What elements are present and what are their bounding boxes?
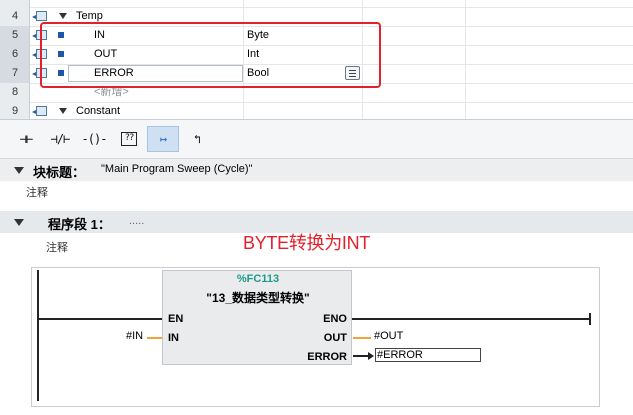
collapse-triangle-icon[interactable] (59, 108, 67, 114)
wire-end (589, 313, 591, 325)
pin-error: ERROR (307, 351, 347, 363)
row-number: 9 (0, 102, 30, 119)
nc-contact-button[interactable]: ⊣/⊢ (46, 126, 74, 152)
eno-wire (352, 318, 590, 320)
empty-box-button[interactable]: ?? (115, 126, 143, 152)
out-wire (353, 337, 371, 339)
close-branch-button[interactable]: ↰ (183, 126, 211, 152)
no-contact-button[interactable]: ⊣⊢ (12, 126, 40, 152)
annotation-text: BYTE转换为INT (243, 233, 371, 253)
section-name: Constant (76, 105, 121, 117)
error-wire (353, 355, 369, 357)
row-number: 6 (0, 45, 30, 64)
instance-label[interactable]: %FC113 (163, 273, 353, 285)
in-wire (147, 337, 162, 339)
assign-arrow-icon (368, 352, 374, 360)
table-row[interactable]: 9 Constant (0, 102, 633, 119)
en-wire (38, 318, 163, 320)
open-branch-button[interactable]: ↦ (147, 126, 179, 152)
row-number: 8 (0, 83, 30, 102)
block-name[interactable]: "13_数据类型转换" (163, 289, 353, 306)
empty-box-icon: ?? (121, 132, 137, 146)
block-title-bar[interactable]: 块标题： "Main Program Sweep (Cycle)" (0, 159, 633, 181)
variable-icon (32, 106, 47, 116)
row-number: 7 (0, 64, 30, 83)
power-rail (37, 270, 39, 401)
collapse-arrow-icon[interactable] (14, 219, 24, 226)
coil-button[interactable]: -()- (80, 126, 108, 152)
operand-out[interactable]: #OUT (374, 330, 403, 342)
interface-table: 4 Temp 5 IN Byte 6 OUT Int 7 ERROR Bool … (0, 0, 633, 120)
highlight-box (40, 22, 381, 88)
pin-in: IN (168, 332, 179, 344)
lad-toolbar: ⊣⊢ ⊣/⊢ -()- ?? ↦ ↰ (0, 120, 633, 159)
row-number: 5 (0, 26, 30, 45)
network-title-placeholder[interactable]: ..... (129, 215, 144, 227)
block-comment[interactable]: 注释 (26, 184, 48, 200)
block-title-value[interactable]: "Main Program Sweep (Cycle)" (101, 163, 252, 175)
pin-eno: ENO (323, 313, 347, 325)
block-title-label: 块标题： (33, 165, 86, 180)
network-title: 程序段 1： (48, 217, 111, 232)
variable-icon (32, 11, 47, 21)
pin-out: OUT (323, 332, 347, 344)
collapse-arrow-icon[interactable] (14, 167, 24, 174)
operand-in[interactable]: #IN (126, 330, 143, 342)
network-comment[interactable]: 注释 (46, 239, 68, 255)
operand-error-field[interactable]: #ERROR (375, 348, 481, 362)
function-block-box[interactable]: %FC113 "13_数据类型转换" EN IN ENO OUT ERROR (162, 270, 352, 365)
pin-en: EN (168, 313, 184, 325)
collapse-triangle-icon[interactable] (59, 13, 67, 19)
row-number: 4 (0, 7, 30, 26)
